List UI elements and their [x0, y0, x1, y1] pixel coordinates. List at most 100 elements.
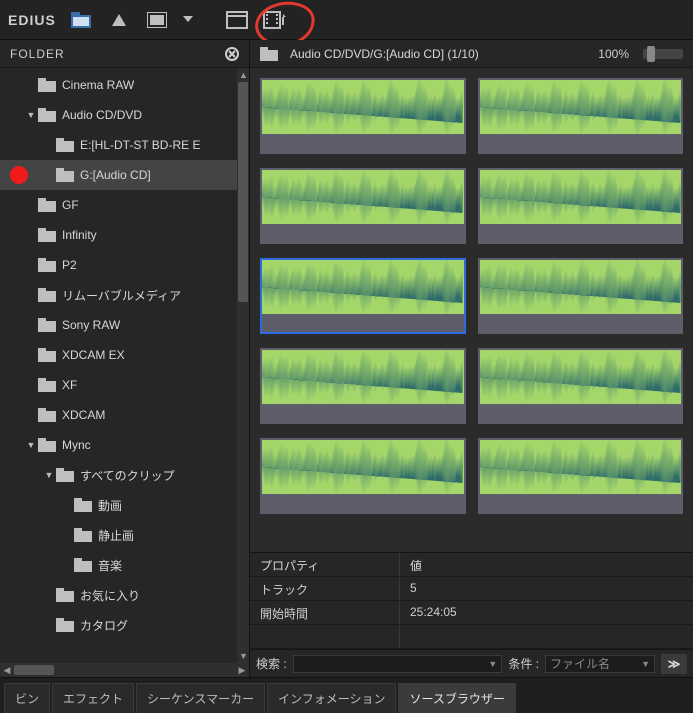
folder-icon: [56, 138, 74, 152]
property-value: 25:24:05: [400, 601, 693, 624]
tree-item-label: Audio CD/DVD: [62, 108, 142, 122]
tree-item-label: Infinity: [62, 228, 97, 242]
tab[interactable]: エフェクト: [52, 683, 134, 713]
tree-item[interactable]: ▼Mync: [0, 430, 249, 460]
tree-item-label: Sony RAW: [62, 318, 120, 332]
audio-clip[interactable]: [260, 258, 466, 334]
expand-arrow-icon[interactable]: ▼: [24, 440, 38, 450]
tree-item-label: 音楽: [98, 557, 122, 574]
clip-label-bar: [480, 224, 682, 242]
tree-item[interactable]: Sony RAW: [0, 310, 249, 340]
up-triangle-icon[interactable]: [106, 7, 132, 33]
chevron-down-icon[interactable]: [182, 7, 194, 33]
audio-clip[interactable]: [478, 168, 684, 244]
tree-item-label: G:[Audio CD]: [80, 168, 151, 182]
search-input[interactable]: ▼: [293, 655, 503, 673]
tree-item[interactable]: Cinema RAW: [0, 70, 249, 100]
content-panel: Audio CD/DVD/G:[Audio CD] (1/10) 100% プロ…: [250, 40, 693, 677]
tree-item[interactable]: P2: [0, 250, 249, 280]
waveform-icon: [480, 80, 682, 134]
film-register-icon[interactable]: [262, 7, 288, 33]
tree-scrollbar-vertical[interactable]: ▲ ▼: [237, 68, 249, 663]
folder-icon: [56, 588, 74, 602]
folder-icon: [38, 408, 56, 422]
audio-clip[interactable]: [478, 348, 684, 424]
clip-label-bar: [480, 314, 682, 332]
layout-icon[interactable]: [144, 7, 170, 33]
tree-item[interactable]: ▼ すべてのクリップ: [0, 460, 249, 490]
search-bar: 検索 : ▼ 条件 : ファイル名 ▼ ≫: [250, 649, 693, 677]
tab[interactable]: ソースブラウザー: [398, 683, 515, 713]
clip-label-bar: [480, 134, 682, 152]
tree-item[interactable]: カタログ: [0, 610, 249, 640]
tree-item[interactable]: 静止画: [0, 520, 249, 550]
audio-clip[interactable]: [260, 438, 466, 514]
tree-item[interactable]: GF: [0, 190, 249, 220]
annotation-red-dot: [10, 166, 28, 184]
search-cond-select[interactable]: ファイル名 ▼: [545, 655, 655, 673]
audio-clip[interactable]: [478, 258, 684, 334]
tab[interactable]: シーケンスマーカー: [136, 683, 265, 713]
tree-item[interactable]: XDCAM EX: [0, 340, 249, 370]
folder-panel-header: FOLDER: [0, 40, 249, 68]
property-key: トラック: [250, 577, 400, 600]
folder-icon: [38, 438, 56, 452]
folder-icon: [38, 198, 56, 212]
tree-item[interactable]: XF: [0, 370, 249, 400]
folder-panel-title: FOLDER: [10, 47, 223, 61]
tab[interactable]: インフォメーション: [267, 683, 396, 713]
tree-item[interactable]: G:[Audio CD]: [0, 160, 249, 190]
property-key: 開始時間: [250, 601, 400, 624]
tab[interactable]: ビン: [4, 683, 50, 713]
tree-item-label: XDCAM EX: [62, 348, 125, 362]
audio-clip[interactable]: [260, 168, 466, 244]
properties-row-partial: [250, 625, 693, 649]
zoom-slider[interactable]: [643, 49, 683, 59]
audio-clip[interactable]: [260, 348, 466, 424]
folder-open-icon[interactable]: [68, 7, 94, 33]
bottom-tabs: ビンエフェクトシーケンスマーカーインフォメーションソースブラウザー: [0, 677, 693, 713]
audio-clip[interactable]: [478, 78, 684, 154]
tree-item-label: 静止画: [98, 527, 134, 544]
breadcrumb: Audio CD/DVD/G:[Audio CD] (1/10): [290, 47, 590, 61]
property-value: 5: [400, 577, 693, 600]
tree-item[interactable]: お気に入り: [0, 580, 249, 610]
tree-scrollbar-horizontal[interactable]: ◀ ▶: [0, 663, 249, 677]
expand-arrow-icon[interactable]: ▼: [42, 470, 56, 480]
top-toolbar: EDIUS: [0, 0, 693, 40]
close-icon[interactable]: [223, 45, 241, 63]
tree-item[interactable]: 音楽: [0, 550, 249, 580]
folder-icon: [38, 258, 56, 272]
tree-item[interactable]: 動画: [0, 490, 249, 520]
folder-icon: [38, 318, 56, 332]
tree-item[interactable]: Infinity: [0, 220, 249, 250]
waveform-icon: [480, 440, 682, 494]
expand-arrow-icon[interactable]: ▼: [24, 110, 38, 120]
clip-label-bar: [480, 494, 682, 512]
search-go-button[interactable]: ≫: [661, 654, 687, 674]
tree-item[interactable]: リムーバブルメディア: [0, 280, 249, 310]
tree-item-label: GF: [62, 198, 79, 212]
waveform-icon: [480, 260, 682, 314]
properties-col-prop: プロパティ: [250, 553, 400, 576]
folder-icon: [38, 288, 56, 302]
clip-label-bar: [262, 224, 464, 242]
tree-item[interactable]: E:[HL-DT-ST BD-RE E: [0, 130, 249, 160]
waveform-icon: [262, 80, 464, 134]
tree-item-label: XDCAM: [62, 408, 105, 422]
tree-item-label: XF: [62, 378, 77, 392]
folder-icon: [74, 558, 92, 572]
window-icon[interactable]: [224, 7, 250, 33]
tree-item-label: Cinema RAW: [62, 78, 134, 92]
tree-item[interactable]: ▼ Audio CD/DVD: [0, 100, 249, 130]
main-area: FOLDER Cinema RAW ▼ Audio CD/DVD E:[HL-DT-S…: [0, 40, 693, 677]
clip-label-bar: [262, 134, 464, 152]
zoom-value: 100%: [598, 47, 629, 61]
tree-item-label: すべてのクリップ: [80, 467, 175, 484]
audio-clip[interactable]: [478, 438, 684, 514]
tree-item[interactable]: XDCAM: [0, 400, 249, 430]
properties-row: 開始時間25:24:05: [250, 601, 693, 625]
search-label: 検索 :: [256, 655, 287, 672]
audio-clip[interactable]: [260, 78, 466, 154]
folder-icon: [260, 47, 278, 61]
